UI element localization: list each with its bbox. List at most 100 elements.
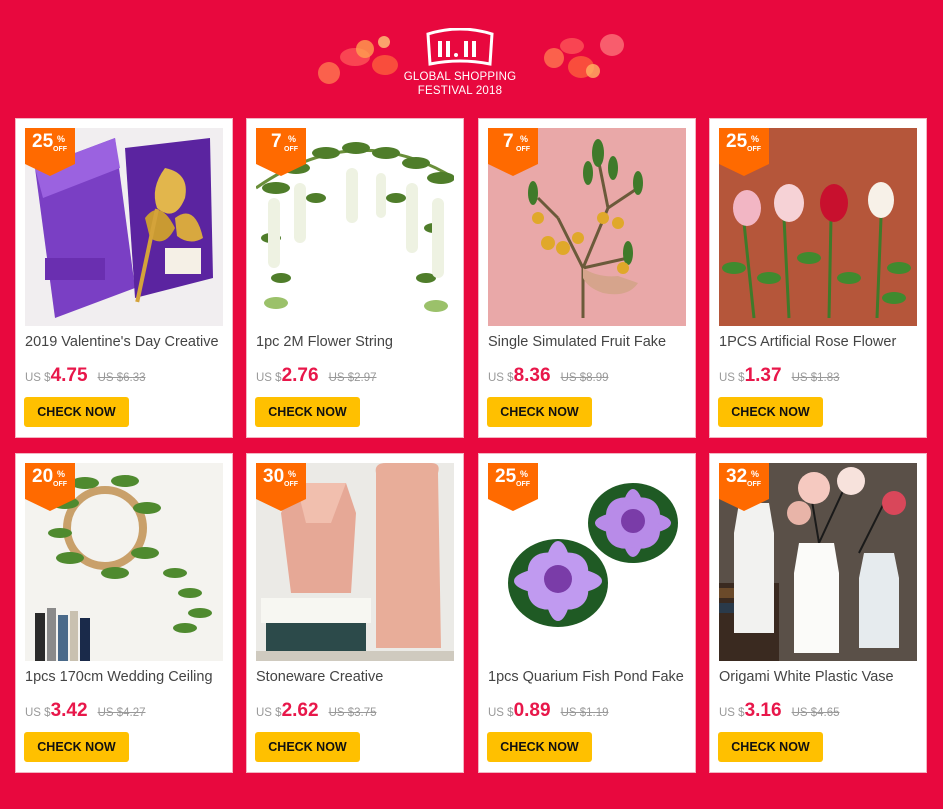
currency: US $ xyxy=(719,707,745,719)
original-price: US $8.99 xyxy=(560,372,609,384)
currency: US $ xyxy=(719,372,745,384)
percent-symbol: % xyxy=(519,469,528,479)
sale-price: 0.89 xyxy=(513,700,551,721)
original-price: US $4.27 xyxy=(97,707,146,719)
off-label: OFF xyxy=(516,146,530,153)
sale-price: 4.75 xyxy=(50,365,88,386)
discount-value: 25 xyxy=(495,466,517,487)
discount-value: 7 xyxy=(271,131,282,152)
discount-badge: 7 % OFF xyxy=(256,128,306,176)
product-title[interactable]: 2019 Valentine's Day Creative xyxy=(25,334,225,352)
product-title[interactable]: 1PCS Artificial Rose Flower xyxy=(719,334,919,352)
product-card[interactable]: 25 % OFF 1PCS Artificial Rose Flower US … xyxy=(709,118,927,438)
decor-bubble xyxy=(544,48,564,68)
original-price: US $3.75 xyxy=(328,707,377,719)
sale-price: 2.62 xyxy=(281,700,319,721)
product-title[interactable]: 1pcs 170cm Wedding Ceiling xyxy=(25,669,225,687)
product-card[interactable]: 20 % OFF 1pcs 170cm Wedding Ceiling US $… xyxy=(15,453,233,773)
discount-value: 20 xyxy=(32,466,54,487)
percent-symbol: % xyxy=(750,469,759,479)
check-now-button[interactable]: CHECK NOW xyxy=(718,397,823,427)
off-label: OFF xyxy=(53,481,67,488)
off-label: OFF xyxy=(284,481,298,488)
price-row: US $3.42 US $4.27 xyxy=(25,700,146,722)
check-now-button[interactable]: CHECK NOW xyxy=(24,732,129,762)
discount-value: 25 xyxy=(726,131,748,152)
festival-line-1: GLOBAL SHOPPING xyxy=(403,71,517,83)
product-title[interactable]: Single Simulated Fruit Fake xyxy=(488,334,688,352)
product-title[interactable]: 1pc 2M Flower String xyxy=(256,334,456,352)
discount-badge: 20 % OFF xyxy=(25,463,75,511)
discount-badge: 25 % OFF xyxy=(488,463,538,511)
price-row: US $0.89 US $1.19 xyxy=(488,700,609,722)
currency: US $ xyxy=(25,372,51,384)
discount-badge: 32 % OFF xyxy=(719,463,769,511)
off-label: OFF xyxy=(53,146,67,153)
festival-header: GLOBAL SHOPPING FESTIVAL 2018 xyxy=(0,0,943,112)
check-now-button[interactable]: CHECK NOW xyxy=(487,732,592,762)
product-title[interactable]: Stoneware Creative xyxy=(256,669,456,687)
decor-bubble xyxy=(356,40,374,58)
percent-symbol: % xyxy=(56,469,65,479)
price-row: US $8.36 US $8.99 xyxy=(488,365,609,387)
decor-bubble xyxy=(586,64,600,78)
check-now-button[interactable]: CHECK NOW xyxy=(718,732,823,762)
off-label: OFF xyxy=(284,146,298,153)
product-image[interactable]: 32 % OFF xyxy=(719,463,917,661)
price-row: US $2.62 US $3.75 xyxy=(256,700,377,722)
off-label: OFF xyxy=(747,481,761,488)
original-price: US $4.65 xyxy=(791,707,840,719)
product-card[interactable]: 25 % OFF 1pcs Quarium Fish Pond Fake US … xyxy=(478,453,696,773)
discount-badge: 25 % OFF xyxy=(25,128,75,176)
price-row: US $3.16 US $4.65 xyxy=(719,700,840,722)
price-row: US $4.75 US $6.33 xyxy=(25,365,146,387)
decor-bubble xyxy=(600,34,624,56)
product-card[interactable]: 32 % OFF Origami White Plastic Vase US $… xyxy=(709,453,927,773)
decor-bubble xyxy=(560,38,584,54)
original-price: US $6.33 xyxy=(97,372,146,384)
discount-value: 25 xyxy=(32,131,54,152)
price-row: US $2.76 US $2.97 xyxy=(256,365,377,387)
product-image[interactable]: 25 % OFF xyxy=(719,128,917,326)
product-image[interactable]: 7 % OFF xyxy=(256,128,454,326)
discount-value: 30 xyxy=(263,466,285,487)
sale-price: 8.36 xyxy=(513,365,551,386)
discount-badge: 25 % OFF xyxy=(719,128,769,176)
currency: US $ xyxy=(256,707,282,719)
discount-badge: 30 % OFF xyxy=(256,463,306,511)
percent-symbol: % xyxy=(287,134,296,144)
currency: US $ xyxy=(488,372,514,384)
product-image[interactable]: 30 % OFF xyxy=(256,463,454,661)
original-price: US $2.97 xyxy=(328,372,377,384)
sale-price: 3.42 xyxy=(50,700,88,721)
product-title[interactable]: Origami White Plastic Vase xyxy=(719,669,919,687)
check-now-button[interactable]: CHECK NOW xyxy=(255,397,360,427)
percent-symbol: % xyxy=(750,134,759,144)
check-now-button[interactable]: CHECK NOW xyxy=(24,397,129,427)
discount-value: 7 xyxy=(503,131,514,152)
festival-logo-icon xyxy=(424,27,496,68)
festival-line-2: FESTIVAL 2018 xyxy=(417,85,503,97)
percent-symbol: % xyxy=(287,469,296,479)
discount-badge: 7 % OFF xyxy=(488,128,538,176)
product-image[interactable]: 20 % OFF xyxy=(25,463,223,661)
currency: US $ xyxy=(256,372,282,384)
product-title[interactable]: 1pcs Quarium Fish Pond Fake xyxy=(488,669,688,687)
currency: US $ xyxy=(488,707,514,719)
product-image[interactable]: 25 % OFF xyxy=(488,463,686,661)
decor-bubble xyxy=(318,62,340,84)
product-image[interactable]: 7 % OFF xyxy=(488,128,686,326)
product-card[interactable]: 7 % OFF 1pc 2M Flower String US $2.76 US … xyxy=(246,118,464,438)
check-now-button[interactable]: CHECK NOW xyxy=(487,397,592,427)
product-card[interactable]: 30 % OFF Stoneware Creative US $2.62 US $… xyxy=(246,453,464,773)
product-card[interactable]: 25 % OFF 2019 Valentine's Day Creative U… xyxy=(15,118,233,438)
discount-value: 32 xyxy=(726,466,748,487)
sale-price: 1.37 xyxy=(744,365,782,386)
product-image[interactable]: 25 % OFF xyxy=(25,128,223,326)
currency: US $ xyxy=(25,707,51,719)
check-now-button[interactable]: CHECK NOW xyxy=(255,732,360,762)
sale-price: 3.16 xyxy=(744,700,782,721)
product-card[interactable]: 7 % OFF Single Simulated Fruit Fake US $… xyxy=(478,118,696,438)
decor-bubble xyxy=(378,36,390,48)
percent-symbol: % xyxy=(56,134,65,144)
